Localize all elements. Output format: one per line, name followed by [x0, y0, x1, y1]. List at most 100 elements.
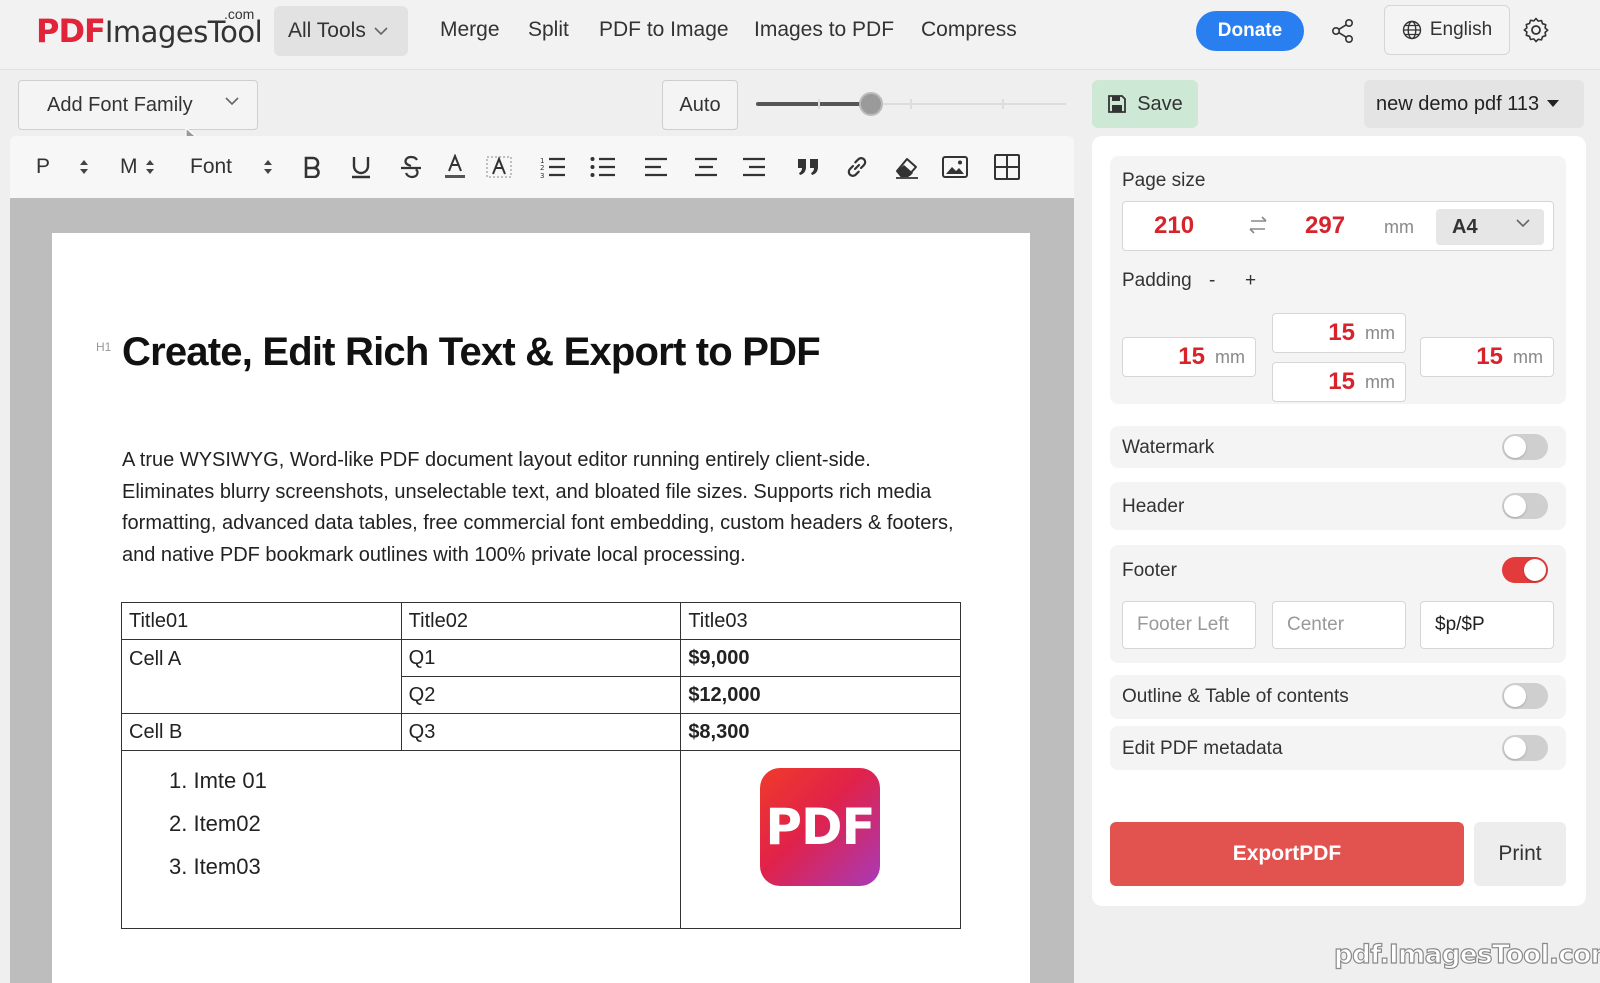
list-item[interactable]: 1. Imte 01 — [169, 759, 673, 802]
nav-link-merge[interactable]: Merge — [440, 18, 500, 42]
print-button[interactable]: Print — [1474, 822, 1566, 886]
align-center-button[interactable] — [694, 136, 718, 198]
blockquote-button[interactable] — [796, 136, 820, 198]
table-cell[interactable]: Cell B — [121, 713, 402, 751]
table-row: Cell A Q1 $9,000 — [121, 639, 961, 714]
swap-orientation-icon[interactable] — [1247, 215, 1269, 235]
gear-icon[interactable] — [1522, 16, 1550, 44]
clear-format-button[interactable] — [894, 136, 920, 198]
font-select[interactable]: Font — [190, 136, 232, 198]
padding-unit: mm — [1215, 346, 1245, 367]
pdf-logo-image[interactable]: PDF — [760, 768, 880, 886]
text-color-button[interactable] — [444, 136, 466, 198]
metadata-label: Edit PDF metadata — [1122, 738, 1283, 759]
table-cell[interactable]: $9,000 — [680, 639, 961, 677]
padding-right-input[interactable]: 15 mm — [1420, 337, 1554, 377]
padding-increase-button[interactable]: + — [1245, 270, 1256, 292]
nav-link-pdf-to-image[interactable]: PDF to Image — [599, 18, 729, 42]
link-icon — [847, 157, 867, 177]
outline-label: Outline & Table of contents — [1122, 686, 1349, 707]
table-cell[interactable]: Q2 — [400, 676, 682, 714]
metadata-toggle[interactable] — [1502, 735, 1548, 761]
outline-toggle[interactable] — [1502, 683, 1548, 709]
nav-link-compress[interactable]: Compress — [921, 18, 1017, 42]
page-format-select[interactable]: A4 — [1436, 209, 1544, 245]
donate-button[interactable]: Donate — [1196, 11, 1304, 51]
zoom-slider-tick — [910, 99, 912, 109]
document-title[interactable]: Create, Edit Rich Text & Export to PDF — [122, 330, 821, 375]
all-tools-dropdown[interactable]: All Tools — [274, 6, 408, 56]
text-color-icon — [445, 154, 465, 178]
auto-zoom-button[interactable]: Auto — [662, 80, 738, 130]
font-size-select[interactable]: M — [120, 136, 156, 198]
watermark-label: Watermark — [1122, 437, 1215, 458]
list-item[interactable]: 3. Item03 — [169, 845, 673, 888]
bullet-list-button[interactable] — [590, 136, 616, 198]
table-header-cell[interactable]: Title01 — [121, 602, 402, 640]
heading-level-tag: H1 — [96, 340, 112, 354]
footer-center-placeholder: Center — [1287, 614, 1345, 635]
table-header-cell[interactable]: Title02 — [400, 602, 682, 640]
padding-left-input[interactable]: 15 mm — [1122, 337, 1256, 377]
align-left-icon — [645, 157, 667, 177]
add-font-family-select[interactable]: Add Font Family — [18, 80, 258, 130]
footer-left-input[interactable]: Footer Left — [1122, 601, 1256, 649]
table-cell[interactable]: Cell A — [121, 639, 402, 714]
globe-icon — [1402, 20, 1422, 40]
share-icon[interactable] — [1330, 18, 1356, 44]
align-left-button[interactable] — [644, 136, 668, 198]
footer-right-input[interactable]: $p/$P — [1420, 601, 1554, 649]
zoom-slider-fill — [756, 102, 871, 106]
padding-unit: mm — [1365, 322, 1395, 343]
ordered-list-button[interactable]: 123 — [540, 136, 566, 198]
nav-link-split[interactable]: Split — [528, 18, 569, 42]
footer-label: Footer — [1122, 560, 1177, 581]
strikethrough-button[interactable] — [400, 136, 422, 198]
bullet-list-icon — [590, 157, 615, 177]
list-item[interactable]: 2. Item02 — [169, 802, 673, 845]
document-name-select[interactable]: new demo pdf 113 — [1364, 80, 1584, 128]
document-paragraph[interactable]: A true WYSIWYG, Word-like PDF document l… — [122, 445, 962, 571]
chevron-down-icon — [374, 26, 388, 35]
highlight-color-button[interactable] — [486, 136, 512, 198]
toggle-knob — [1504, 737, 1526, 759]
save-button[interactable]: Save — [1092, 80, 1198, 128]
eraser-icon — [896, 158, 918, 179]
align-right-button[interactable] — [742, 136, 766, 198]
export-pdf-button[interactable]: ExportPDF — [1110, 822, 1464, 886]
page-format-label: A4 — [1452, 215, 1478, 238]
insert-link-button[interactable] — [844, 136, 870, 198]
footer-center-input[interactable]: Center — [1272, 601, 1406, 649]
table-header-cell[interactable]: Title03 — [680, 602, 961, 640]
chevron-down-icon — [1516, 219, 1530, 228]
padding-top-input[interactable]: 15 mm — [1272, 313, 1406, 353]
font-select-stepper[interactable] — [262, 136, 274, 198]
page-height-input[interactable]: 297 — [1305, 212, 1345, 240]
paragraph-style-select[interactable]: P — [36, 136, 50, 198]
bold-icon — [304, 156, 320, 178]
zoom-slider-thumb[interactable] — [858, 92, 883, 116]
padding-decrease-button[interactable]: - — [1209, 270, 1215, 292]
watermark-toggle[interactable] — [1502, 434, 1548, 460]
padding-bottom-input[interactable]: 15 mm — [1272, 362, 1406, 402]
table-cell[interactable]: Q1 — [400, 639, 682, 677]
table-list-cell[interactable]: 1. Imte 01 2. Item02 3. Item03 — [120, 750, 682, 929]
pdf-logo-label: PDF — [765, 798, 875, 856]
insert-table-button[interactable] — [994, 136, 1020, 198]
underline-button[interactable] — [350, 136, 372, 198]
site-logo[interactable]: PDF ImagesTool .com — [36, 6, 263, 52]
page-width-input[interactable]: 210 — [1154, 212, 1194, 240]
language-selector[interactable]: English — [1384, 5, 1510, 55]
insert-image-button[interactable] — [942, 136, 968, 198]
footer-toggle[interactable] — [1502, 557, 1548, 583]
table-cell[interactable]: Q3 — [400, 713, 682, 751]
paragraph-style-stepper[interactable] — [78, 136, 90, 198]
table-cell[interactable]: $8,300 — [680, 713, 961, 751]
padding-top-value: 15 — [1328, 319, 1355, 346]
font-size-label: M — [120, 155, 138, 178]
table-cell[interactable]: $12,000 — [680, 676, 961, 714]
zoom-slider[interactable] — [756, 92, 1066, 116]
nav-link-images-to-pdf[interactable]: Images to PDF — [754, 18, 894, 42]
header-toggle[interactable] — [1502, 493, 1548, 519]
bold-button[interactable] — [302, 136, 322, 198]
